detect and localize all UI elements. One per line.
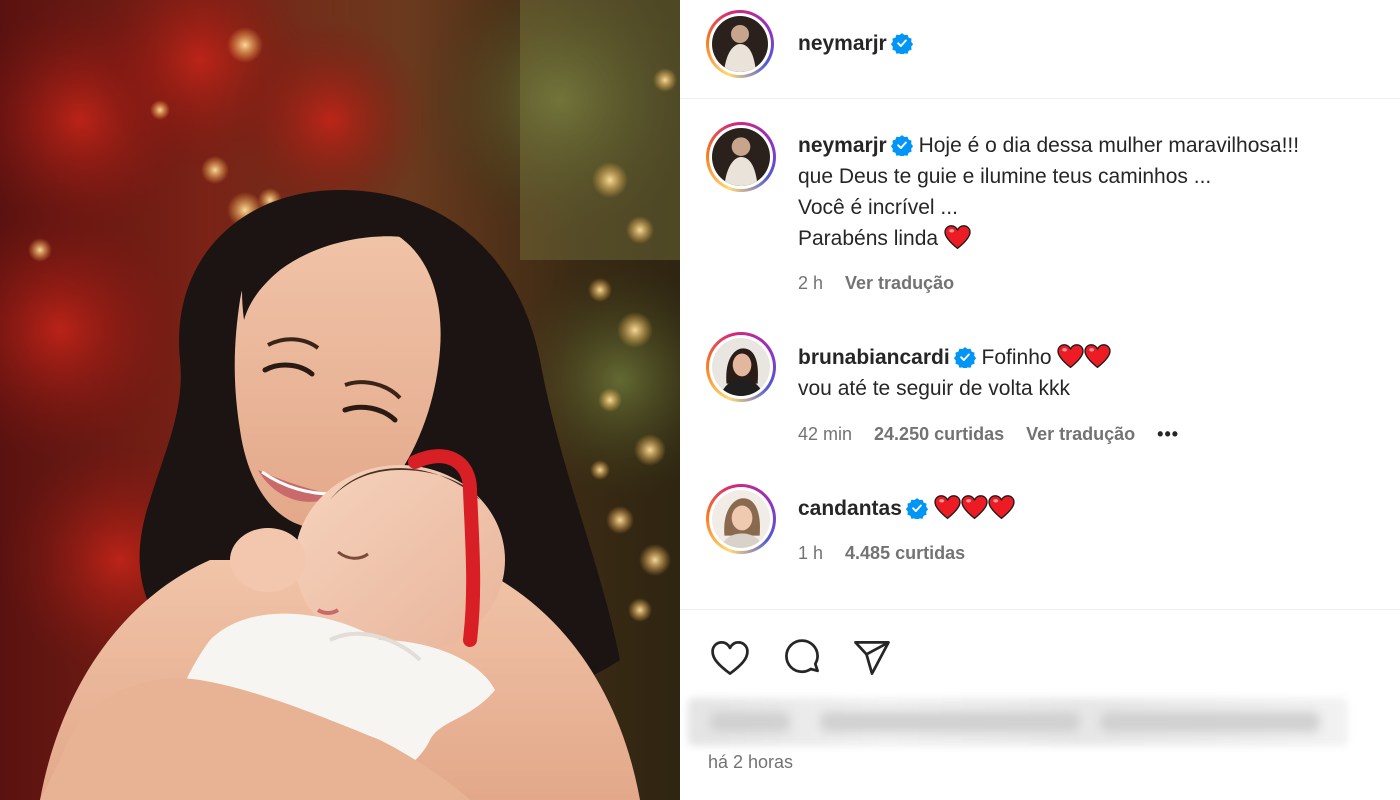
comment-likes[interactable]: 4.485 curtidas bbox=[845, 543, 965, 563]
post-detail-panel: neymarjr neymarjr Hoje é o dia dessa mul… bbox=[680, 0, 1400, 800]
caption-line-1: neymarjr Hoje é o dia dessa mulher marav… bbox=[798, 130, 1388, 161]
verified-badge-icon bbox=[905, 498, 928, 519]
comment-block: brunabiancardi Fofinho vou até te seguir… bbox=[798, 342, 1388, 404]
blur-chunk bbox=[1100, 712, 1320, 732]
author-name[interactable]: neymarjr bbox=[798, 32, 913, 56]
caption-translate[interactable]: Ver tradução bbox=[845, 273, 954, 293]
heart-emoji-icon bbox=[1084, 344, 1112, 369]
comment-translate[interactable]: Ver tradução bbox=[1026, 424, 1135, 444]
heart-emoji-icon bbox=[961, 495, 988, 520]
post-photo[interactable] bbox=[0, 0, 680, 800]
post-photo-illustration bbox=[0, 0, 680, 800]
like-icon[interactable] bbox=[708, 636, 752, 680]
verified-badge-icon bbox=[953, 347, 976, 368]
caption-meta: 2 h Ver tradução bbox=[798, 273, 954, 294]
comment-text-2: vou até te seguir de volta kkk bbox=[798, 377, 1070, 400]
comment-meta: 42 min 24.250 curtidas Ver tradução ••• bbox=[798, 424, 1179, 445]
caption-username[interactable]: neymarjr bbox=[798, 134, 887, 157]
actions-divider bbox=[680, 609, 1400, 610]
comment-block: candantas bbox=[798, 493, 1388, 524]
comment-avatar[interactable] bbox=[706, 484, 776, 554]
comment-line-1: brunabiancardi Fofinho bbox=[798, 342, 1388, 373]
author-avatar[interactable] bbox=[706, 10, 774, 78]
comment-meta: 1 h 4.485 curtidas bbox=[798, 543, 965, 564]
caption-text-4: Parabéns linda bbox=[798, 227, 939, 250]
caption-text-3: Você é incrível ... bbox=[798, 196, 958, 219]
caption-time[interactable]: 2 h bbox=[798, 273, 823, 293]
verified-badge-icon bbox=[890, 135, 913, 156]
comment-icon[interactable] bbox=[780, 636, 824, 680]
verified-badge-icon bbox=[890, 33, 913, 54]
comment-likes[interactable]: 24.250 curtidas bbox=[874, 424, 1004, 444]
share-icon[interactable] bbox=[850, 636, 894, 680]
heart-emoji-icon bbox=[988, 495, 1015, 520]
comment-username[interactable]: candantas bbox=[798, 497, 902, 520]
post-timestamp[interactable]: há 2 horas bbox=[708, 752, 793, 773]
comment-time[interactable]: 42 min bbox=[798, 424, 852, 444]
comment-line-1: candantas bbox=[798, 493, 1388, 524]
comment-avatar[interactable] bbox=[706, 332, 776, 402]
caption-text-1: Hoje é o dia dessa mulher maravilhosa!!! bbox=[918, 134, 1300, 157]
caption-block: neymarjr Hoje é o dia dessa mulher marav… bbox=[798, 130, 1388, 254]
caption-avatar[interactable] bbox=[706, 122, 776, 192]
author-username[interactable]: neymarjr bbox=[798, 32, 887, 55]
heart-emoji-icon bbox=[944, 225, 971, 250]
heart-emoji-icon bbox=[934, 495, 961, 520]
comment-username[interactable]: brunabiancardi bbox=[798, 346, 950, 369]
caption-text-2: que Deus te guie e ilumine teus caminhos… bbox=[798, 165, 1212, 188]
comment-time[interactable]: 1 h bbox=[798, 543, 823, 563]
comment-text-1: Fofinho bbox=[981, 346, 1052, 369]
more-icon[interactable]: ••• bbox=[1157, 424, 1179, 444]
heart-emoji-icon bbox=[1057, 344, 1085, 369]
header-divider bbox=[680, 98, 1400, 99]
blur-chunk bbox=[710, 712, 790, 732]
caption-line-4: Parabéns linda bbox=[798, 223, 1388, 254]
blur-chunk bbox=[820, 712, 1080, 732]
